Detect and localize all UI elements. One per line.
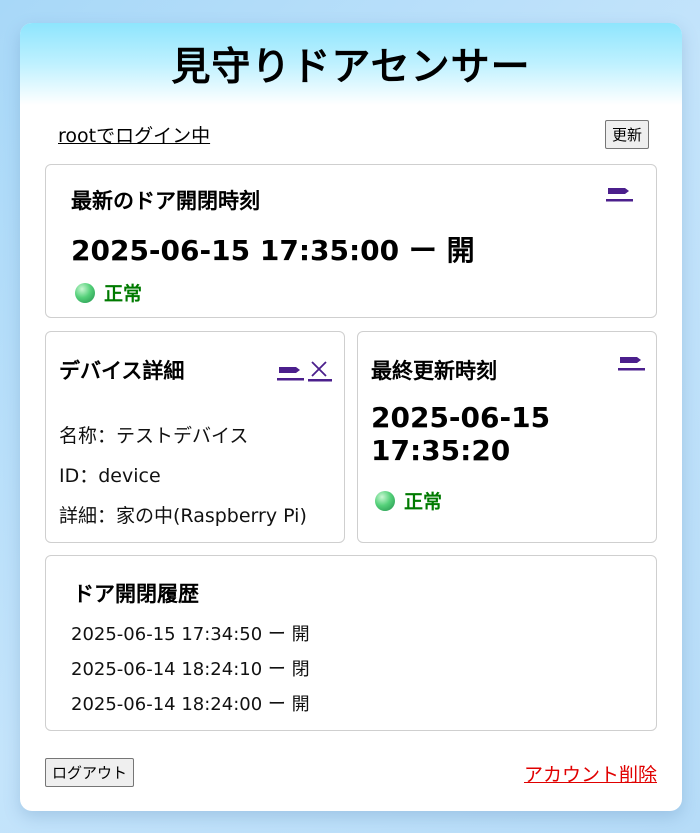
door-history-title: ドア開閉履歴 [73, 582, 199, 606]
device-detail-title: デバイス詳細 [59, 359, 185, 383]
latest-door-title: 最新のドア開閉時刻 [71, 189, 260, 213]
delete-account-link[interactable]: アカウント削除 [524, 760, 657, 787]
status-ok-icon [375, 490, 395, 511]
device-id: ID：device [59, 465, 161, 487]
last-update-time: 17:35:20 [371, 434, 511, 467]
update-status-label: 正常 [404, 491, 443, 513]
edit-pen-icon[interactable] [606, 184, 633, 202]
device-name: 名称：テストデバイス [59, 425, 249, 447]
last-update-card: 最終更新時刻 2025-06-15 17:35:20 正常 [357, 331, 657, 543]
logout-button[interactable]: ログアウト [45, 758, 135, 787]
edit-pen-icon[interactable] [618, 353, 645, 371]
history-entry: 2025-06-14 18:24:00 ー 開 [71, 694, 310, 715]
device-detail-card: デバイス詳細 名称：テストデバイス ID：device 詳細：家の中(Raspb… [45, 331, 345, 543]
latest-status: 正常 [75, 279, 142, 306]
app-title: 見守りドアセンサー [171, 45, 531, 90]
latest-door-time: 2025-06-15 17:35:00 ー 開 [71, 234, 475, 267]
refresh-button[interactable]: 更新 [605, 120, 650, 149]
latest-door-card: 最新のドア開閉時刻 2025-06-15 17:35:00 ー 開 正常 [45, 164, 657, 318]
last-update-date: 2025-06-15 [371, 401, 551, 434]
door-history-card: ドア開閉履歴 2025-06-15 17:34:50 ー 開 2025-06-1… [45, 555, 657, 731]
device-location: 詳細：家の中(Raspberry Pi) [59, 505, 307, 527]
login-status-link[interactable]: rootでログイン中 [58, 121, 210, 148]
status-ok-icon [75, 282, 95, 303]
history-entry: 2025-06-14 18:24:10 ー 閉 [71, 659, 310, 680]
edit-pen-icon[interactable] [277, 363, 304, 381]
delete-close-icon[interactable] [308, 360, 332, 382]
app-window: 見守りドアセンサー rootでログイン中 更新 最新のドア開閉時刻 2025-0… [20, 23, 682, 811]
history-entry: 2025-06-15 17:34:50 ー 開 [71, 624, 310, 645]
latest-status-label: 正常 [104, 283, 143, 305]
update-status: 正常 [375, 487, 442, 514]
last-update-title: 最終更新時刻 [371, 359, 497, 383]
app-header: 見守りドアセンサー [20, 23, 682, 105]
